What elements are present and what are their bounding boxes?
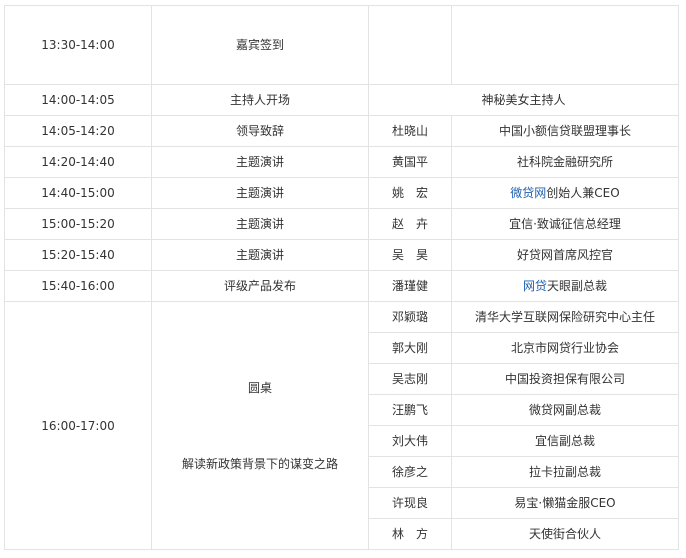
speaker-cell: 邓颖璐 xyxy=(368,301,452,333)
time-cell: 15:40-16:00 xyxy=(4,270,152,302)
speaker-cell: 杜晓山 xyxy=(368,115,452,147)
speaker-cell: 林 方 xyxy=(368,518,452,550)
speaker-cell: 赵 卉 xyxy=(368,208,452,240)
org-text: 创始人兼CEO xyxy=(546,186,620,200)
org-cell: 易宝·懒猫金服CEO xyxy=(451,487,679,519)
table-row: 14:20-14:40 主题演讲 黄国平 社科院金融研究所 xyxy=(4,146,679,178)
table-row: 14:40-15:00 主题演讲 姚 宏 微贷网创始人兼CEO xyxy=(4,177,679,209)
roundtable-subtitle: 解读新政策背景下的谋变之路 xyxy=(181,456,338,471)
table-row: 16:00-17:00 圆桌 解读新政策背景下的谋变之路 邓颖璐 清华大学互联网… xyxy=(4,301,679,550)
org-cell: 北京市网贷行业协会 xyxy=(451,332,679,364)
org-cell: 微贷网副总裁 xyxy=(451,394,679,426)
host-cell: 神秘美女主持人 xyxy=(368,84,679,116)
speaker-cell: 吴志刚 xyxy=(368,363,452,395)
speaker-cell: 郭大刚 xyxy=(368,332,452,364)
roundtable-title: 圆桌 xyxy=(247,380,272,395)
topic-cell: 主题演讲 xyxy=(151,208,369,240)
org-cell: 好贷网首席风控官 xyxy=(451,239,679,271)
table-row: 14:00-14:05 主持人开场 神秘美女主持人 xyxy=(4,84,679,116)
org-cell: 清华大学互联网保险研究中心主任 xyxy=(451,301,679,333)
time-cell: 15:00-15:20 xyxy=(4,208,152,240)
table-row: 15:00-15:20 主题演讲 赵 卉 宜信·致诚征信总经理 xyxy=(4,208,679,240)
table-row: 15:40-16:00 评级产品发布 潘瑾健 网贷天眼副总裁 xyxy=(4,270,679,302)
roundtable-topic-cell: 圆桌 解读新政策背景下的谋变之路 xyxy=(151,301,369,550)
topic-cell: 主题演讲 xyxy=(151,177,369,209)
speaker-cell: 吴 昊 xyxy=(368,239,452,271)
speaker-cell: 黄国平 xyxy=(368,146,452,178)
speaker-cell: 汪鹏飞 xyxy=(368,394,452,426)
org-cell: 中国小额信贷联盟理事长 xyxy=(451,115,679,147)
org-link[interactable]: 网贷 xyxy=(523,279,547,293)
org-cell: 网贷天眼副总裁 xyxy=(451,270,679,302)
speaker-cell: 姚 宏 xyxy=(368,177,452,209)
time-cell: 15:20-15:40 xyxy=(4,239,152,271)
speaker-cell: 徐彦之 xyxy=(368,456,452,488)
agenda-table: 13:30-14:00 嘉宾签到 14:00-14:05 主持人开场 神秘美女主… xyxy=(4,5,679,550)
time-cell: 14:40-15:00 xyxy=(4,177,152,209)
topic-cell: 主持人开场 xyxy=(151,84,369,116)
org-cell: 宜信·致诚征信总经理 xyxy=(451,208,679,240)
speaker-cell: 许现良 xyxy=(368,487,452,519)
org-link[interactable]: 微贷网 xyxy=(510,186,546,200)
topic-cell: 领导致辞 xyxy=(151,115,369,147)
topic-cell: 评级产品发布 xyxy=(151,270,369,302)
org-cell xyxy=(451,5,679,85)
org-cell: 社科院金融研究所 xyxy=(451,146,679,178)
speaker-cell: 潘瑾健 xyxy=(368,270,452,302)
topic-cell: 主题演讲 xyxy=(151,239,369,271)
topic-cell: 主题演讲 xyxy=(151,146,369,178)
time-cell: 13:30-14:00 xyxy=(4,5,152,85)
agenda-page: 13:30-14:00 嘉宾签到 14:00-14:05 主持人开场 神秘美女主… xyxy=(0,0,686,558)
org-cell: 宜信副总裁 xyxy=(451,425,679,457)
time-cell: 14:00-14:05 xyxy=(4,84,152,116)
table-row: 14:05-14:20 领导致辞 杜晓山 中国小额信贷联盟理事长 xyxy=(4,115,679,147)
org-cell: 天使街合伙人 xyxy=(451,518,679,550)
org-text: 天眼副总裁 xyxy=(547,279,608,293)
speaker-cell: 刘大伟 xyxy=(368,425,452,457)
speaker-cell xyxy=(368,5,452,85)
table-row: 15:20-15:40 主题演讲 吴 昊 好贷网首席风控官 xyxy=(4,239,679,271)
org-cell: 中国投资担保有限公司 xyxy=(451,363,679,395)
time-cell: 14:20-14:40 xyxy=(4,146,152,178)
table-row: 13:30-14:00 嘉宾签到 xyxy=(4,5,679,85)
time-cell: 14:05-14:20 xyxy=(4,115,152,147)
org-cell: 拉卡拉副总裁 xyxy=(451,456,679,488)
org-cell: 微贷网创始人兼CEO xyxy=(451,177,679,209)
roundtable-time-cell: 16:00-17:00 xyxy=(4,301,152,550)
topic-cell: 嘉宾签到 xyxy=(151,5,369,85)
